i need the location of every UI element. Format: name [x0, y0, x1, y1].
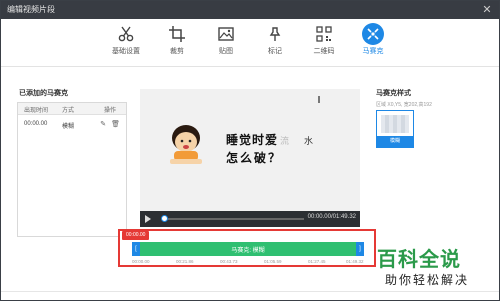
title-bar: 编辑视频片段 ✕ — [1, 1, 499, 19]
mosaic-list-title: 已添加的马赛克 — [19, 90, 68, 97]
seek-track[interactable] — [164, 218, 304, 220]
tab-mark[interactable]: 标记 — [256, 25, 294, 65]
tab-qrcode[interactable]: 二维码 — [305, 25, 343, 65]
row-actions: ✎ 🗑 — [97, 120, 120, 128]
table-header: 出现时间 方式 操作 — [18, 103, 126, 115]
tab-label: 基础设置 — [112, 48, 140, 55]
tick-label: 01:05.59 — [264, 259, 282, 264]
pin-icon — [269, 27, 281, 41]
row-time: 00:00.00 — [24, 121, 48, 127]
close-icon[interactable]: ✕ — [481, 1, 493, 19]
row-mode: 模糊 — [62, 124, 75, 130]
seek-knob[interactable] — [161, 215, 168, 222]
window-title: 编辑视频片段 — [7, 5, 55, 14]
video-preview[interactable]: 睡觉时爱流 水 怎么破？ — [140, 89, 360, 211]
tab-label: 贴图 — [219, 48, 233, 55]
tick-label: 00:21.86 — [176, 259, 194, 264]
edit-video-window: 编辑视频片段 ✕ 基础设置 裁剪 贴图 标记 二维码 马赛克 已添加的马赛克 出… — [0, 0, 500, 301]
subtitle-text: 睡觉时爱 — [226, 133, 279, 147]
tab-sticker[interactable]: 贴图 — [207, 25, 245, 65]
tab-label: 裁剪 — [170, 48, 184, 55]
player-time: 00:00.00/01:49.32 — [307, 214, 356, 220]
scissors-icon — [118, 26, 134, 42]
tab-label: 马赛克 — [362, 48, 384, 55]
table-row[interactable]: 00:00.00 模糊 ✎ 🗑 — [18, 115, 126, 133]
tab-basic-settings[interactable]: 基础设置 — [107, 25, 145, 65]
image-icon — [218, 27, 234, 41]
subtitle-line-2: 怎么破？ — [226, 151, 283, 165]
mosaic-style-blur[interactable]: 模糊 — [376, 110, 414, 148]
mosaic-style-title: 马赛克样式 — [376, 90, 411, 97]
track-label: 马赛克: 模糊 — [231, 248, 265, 254]
subtitle-line-1: 睡觉时爱流 水 — [226, 131, 314, 148]
preview-marker — [318, 96, 320, 103]
tick-label: 00:00.00 — [132, 259, 150, 264]
tab-crop[interactable]: 裁剪 — [158, 25, 196, 65]
edit-icon[interactable]: ✎ — [100, 121, 106, 128]
watermark-subtitle: 助你轻松解决 — [385, 273, 470, 287]
column-header: 操作 — [104, 108, 117, 114]
qrcode-icon — [316, 26, 332, 42]
column-header: 出现时间 — [24, 108, 49, 114]
timeline-ticks: 00:00.00 00:21.86 00:43.73 01:05.59 01:2… — [132, 259, 364, 265]
timeline-current-time: 00:00.00 — [122, 231, 150, 240]
faint-text: 流 — [280, 137, 291, 147]
mosaic-track-segment[interactable]: [ 马赛克: 模糊 ] — [132, 242, 364, 256]
blur-swatch — [381, 115, 409, 133]
tick-label: 01:49.32 — [346, 259, 364, 264]
toolbar: 基础设置 裁剪 贴图 标记 二维码 马赛克 — [1, 19, 499, 67]
style-label: 模糊 — [377, 136, 413, 147]
cartoon-character-image — [170, 125, 202, 164]
player-controls: 00:00.00/01:49.32 — [140, 211, 360, 227]
crop-icon — [169, 26, 185, 42]
delete-icon[interactable]: 🗑 — [111, 121, 120, 128]
play-icon[interactable] — [145, 215, 151, 223]
mosaic-region-info: 区域 X0,Y5, 宽202,高192 — [376, 102, 432, 108]
tick-label: 00:43.73 — [220, 259, 238, 264]
faint-text: 水 — [304, 137, 315, 147]
mosaic-table: 出现时间 方式 操作 00:00.00 模糊 ✎ 🗑 — [17, 102, 127, 237]
tab-mosaic[interactable]: 马赛克 — [354, 23, 392, 65]
tick-label: 01:27.45 — [308, 259, 326, 264]
tab-label: 二维码 — [313, 48, 335, 55]
watermark: 百科全说 助你轻松解决 — [377, 243, 495, 297]
tab-label: 标记 — [268, 48, 282, 55]
mosaic-icon — [362, 23, 384, 45]
mosaic-timeline: 00:00.00 [ 马赛克: 模糊 ] 00:00.00 00:21.86 0… — [118, 229, 376, 267]
column-header: 方式 — [62, 108, 75, 114]
watermark-title: 百科全说 — [377, 247, 461, 271]
segment-end-handle[interactable]: ] — [356, 242, 364, 256]
